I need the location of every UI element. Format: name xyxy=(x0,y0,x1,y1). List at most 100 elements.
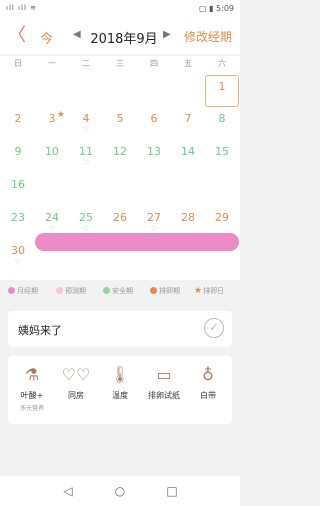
heart-icon: ♡ xyxy=(82,159,90,167)
calendar-day[interactable]: 27 ♡ xyxy=(137,207,171,241)
heart-icon: ♡ xyxy=(150,225,158,233)
period-start-card[interactable]: 姨妈来了 ✓ xyxy=(8,311,232,347)
day-number: 17 xyxy=(45,178,59,191)
edit-period-button[interactable]: 修改经期 xyxy=(184,28,232,45)
day-number: 8 xyxy=(218,112,226,125)
calendar-day[interactable]: 11 ♡ xyxy=(69,141,103,175)
calendar-day[interactable]: 1 xyxy=(205,75,239,107)
calendar-day[interactable]: 17 xyxy=(35,174,69,208)
record-tools-card: ⚗ 叶酸+ 多元营养 ♡♡ 同房 🌡 温度 ▭ 排卵试纸 ♁ 白带 xyxy=(8,356,232,424)
day-number: 6 xyxy=(150,112,158,125)
day-number: 19 xyxy=(113,178,127,191)
calendar-day[interactable]: 19 xyxy=(103,174,137,208)
legend-item: 排卵期 xyxy=(150,286,180,296)
tool-label: 温度 xyxy=(112,391,128,400)
nav-home-icon[interactable]: ○ xyxy=(110,482,130,500)
day-number: 13 xyxy=(147,145,161,158)
star-icon: ★ xyxy=(194,286,203,296)
day-number: 16 xyxy=(11,178,25,191)
day-number: 2 xyxy=(14,112,22,125)
legend-item: 月经期 xyxy=(8,286,38,296)
calendar-day[interactable]: 8 xyxy=(205,108,239,142)
calendar-day[interactable]: 29 xyxy=(205,207,239,241)
calendar-day[interactable]: 22 xyxy=(205,174,239,208)
tool-icon: 🌡 xyxy=(109,365,131,384)
star-icon: ★ xyxy=(56,110,65,120)
next-month-icon[interactable]: ▶ xyxy=(163,29,171,40)
day-number: 28 xyxy=(181,211,195,224)
calendar-day[interactable]: 18 xyxy=(69,174,103,208)
tool-item[interactable]: ⚗ 叶酸+ 多元营养 xyxy=(10,364,54,412)
calendar-day[interactable]: 30 ♡ xyxy=(1,240,35,274)
weekday-label: 一 xyxy=(48,59,56,68)
legend-label: 月经期 xyxy=(17,287,38,295)
today-button[interactable]: 今 xyxy=(40,28,53,47)
navigation-bar: ◁ ○ □ xyxy=(0,476,240,506)
signal-icon: ıll ıll ≋ xyxy=(6,4,37,12)
calendar-day[interactable]: 26 xyxy=(103,207,137,241)
heart-icon: ♡ xyxy=(82,225,90,233)
legend-item: 预测期 xyxy=(56,286,86,296)
legend-label: 预测期 xyxy=(65,287,86,295)
tool-icon: ⚗ xyxy=(24,365,40,384)
calendar-day[interactable]: 14 xyxy=(171,141,205,175)
calendar-day[interactable]: 21 xyxy=(171,174,205,208)
calendar-day[interactable]: 23 xyxy=(1,207,35,241)
tool-label: 白带 xyxy=(200,391,216,400)
legend-dot xyxy=(8,287,15,294)
calendar: 日一二三四五六 1 2 3 ★ 4 ♡ 5 6 7 8 9 10 11 ♡ 12 13 14 15 16 17 18 19… xyxy=(0,56,240,280)
weekday-label: 四 xyxy=(150,59,158,68)
weekday-label: 五 xyxy=(184,59,192,68)
calendar-day[interactable]: 24 ♡ xyxy=(35,207,69,241)
calendar-day[interactable]: 9 xyxy=(1,141,35,175)
back-icon[interactable]: 〈 xyxy=(8,27,26,45)
header: 〈 今 ◀ 2018年9月 ▶ 修改经期 xyxy=(0,18,240,54)
legend-item: ★排卵日 xyxy=(194,286,224,296)
calendar-day[interactable]: 25 ♡ xyxy=(69,207,103,241)
prev-month-icon[interactable]: ◀ xyxy=(73,29,81,40)
day-number: 24 xyxy=(45,211,59,224)
day-number: 11 xyxy=(79,145,93,158)
day-number: 27 xyxy=(147,211,161,224)
day-number: 26 xyxy=(113,211,127,224)
calendar-day[interactable]: 20 xyxy=(137,174,171,208)
status-right: ▢ ▮ 5:09 xyxy=(198,4,234,13)
calendar-day[interactable]: 16 xyxy=(1,174,35,208)
month-title[interactable]: 2018年9月 xyxy=(88,28,160,47)
heart-icon: ♡ xyxy=(48,225,56,233)
calendar-day[interactable]: 28 xyxy=(171,207,205,241)
tool-item[interactable]: ♁ 白带 xyxy=(186,364,230,401)
check-icon[interactable]: ✓ xyxy=(204,318,224,338)
calendar-day[interactable]: 15 xyxy=(205,141,239,175)
calendar-day[interactable]: 4 ♡ xyxy=(69,108,103,142)
tool-item[interactable]: 🌡 温度 xyxy=(98,364,142,401)
day-number: 4 xyxy=(82,112,90,125)
calendar-day[interactable]: 13 xyxy=(137,141,171,175)
tool-icon: ♡♡ xyxy=(61,365,91,384)
legend: 月经期 预测期 安全期 排卵期 ★排卵日 xyxy=(0,284,240,300)
calendar-day[interactable]: 2 xyxy=(1,108,35,142)
tool-icon: ♁ xyxy=(202,365,214,384)
tool-icon: ▭ xyxy=(156,365,172,384)
calendar-day[interactable]: 6 xyxy=(137,108,171,142)
day-number: 25 xyxy=(79,211,93,224)
day-number: 22 xyxy=(215,178,229,191)
calendar-day[interactable]: 3 ★ xyxy=(35,108,69,142)
legend-dot xyxy=(103,287,110,294)
calendar-day[interactable]: 7 xyxy=(171,108,205,142)
tool-item[interactable]: ♡♡ 同房 xyxy=(54,364,98,401)
weekday-label: 日 xyxy=(14,59,22,68)
day-number: 23 xyxy=(11,211,25,224)
nav-back-icon[interactable]: ◁ xyxy=(58,482,78,500)
calendar-day[interactable]: 5 xyxy=(103,108,137,142)
calendar-day[interactable]: 12 xyxy=(103,141,137,175)
legend-dot xyxy=(56,287,63,294)
nav-recent-icon[interactable]: □ xyxy=(162,482,182,500)
calendar-day[interactable]: 10 xyxy=(35,141,69,175)
day-number: 18 xyxy=(79,178,93,191)
day-number: 15 xyxy=(215,145,229,158)
status-bar: ıll ıll ≋ ▢ ▮ 5:09 xyxy=(0,0,240,18)
tool-item[interactable]: ▭ 排卵试纸 xyxy=(142,364,186,401)
heart-icon: ♡ xyxy=(14,258,22,266)
legend-label: 排卵期 xyxy=(159,287,180,295)
